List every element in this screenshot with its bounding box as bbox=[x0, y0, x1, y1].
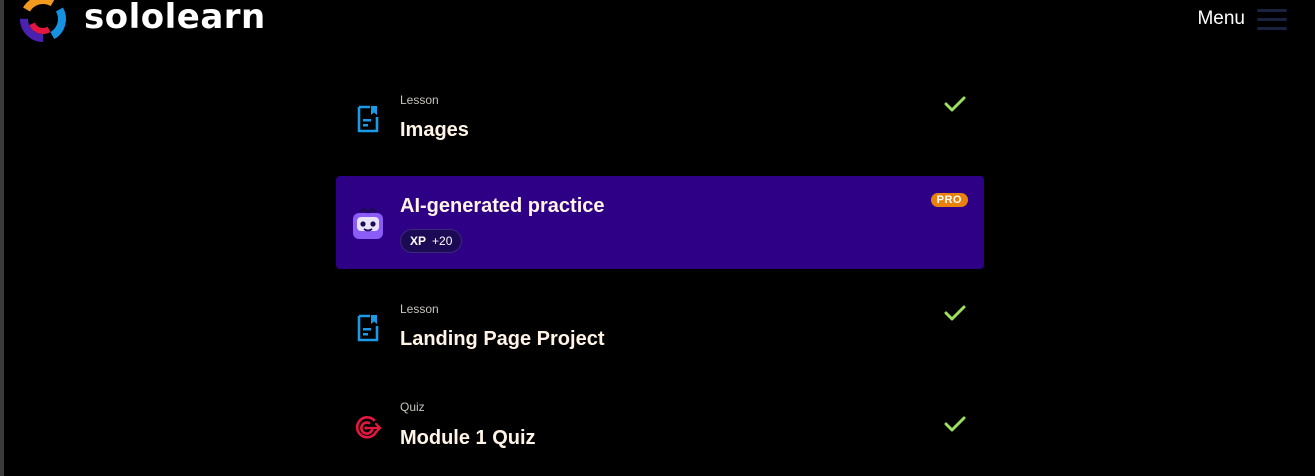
menu-button[interactable]: Menu bbox=[1197, 6, 1287, 32]
brand-name: sololearn bbox=[84, 0, 266, 37]
xp-value: +20 bbox=[432, 234, 453, 248]
item-kind-label: Lesson bbox=[400, 302, 439, 316]
item-title: Module 1 Quiz bbox=[400, 427, 536, 449]
item-title: Images bbox=[400, 119, 469, 141]
item-title: AI-generated practice bbox=[400, 195, 605, 217]
page: sololearn Menu Lesson Images AI-generate… bbox=[0, 0, 1315, 476]
check-icon bbox=[944, 305, 966, 321]
sololearn-logo-icon bbox=[19, 0, 66, 42]
sololearn-logo[interactable]: sololearn bbox=[18, 0, 266, 44]
list-item-lesson-landing-page[interactable]: Lesson Landing Page Project bbox=[336, 293, 984, 369]
pro-badge: PRO bbox=[930, 193, 968, 207]
check-icon bbox=[944, 96, 966, 112]
list-item-lesson-images[interactable]: Lesson Images bbox=[336, 84, 984, 160]
quiz-target-icon bbox=[355, 416, 382, 439]
item-title: Landing Page Project bbox=[400, 328, 605, 350]
menu-label: Menu bbox=[1197, 8, 1245, 29]
top-header: sololearn Menu bbox=[0, 0, 1315, 46]
xp-reward-pill: XP +20 bbox=[400, 229, 463, 253]
lesson-doc-icon bbox=[357, 314, 379, 342]
check-icon bbox=[944, 416, 966, 432]
list-item-quiz-module-1[interactable]: Quiz Module 1 Quiz bbox=[336, 392, 984, 468]
list-item-ai-practice[interactable]: AI-generated practice PRO XP +20 bbox=[336, 176, 984, 269]
ai-bot-icon bbox=[353, 208, 383, 239]
item-kind-label: Quiz bbox=[400, 400, 425, 414]
window-edge bbox=[0, 0, 4, 476]
hamburger-icon bbox=[1257, 6, 1287, 32]
lesson-doc-icon bbox=[357, 105, 379, 133]
item-kind-label: Lesson bbox=[400, 93, 439, 107]
xp-label: XP bbox=[410, 234, 427, 248]
